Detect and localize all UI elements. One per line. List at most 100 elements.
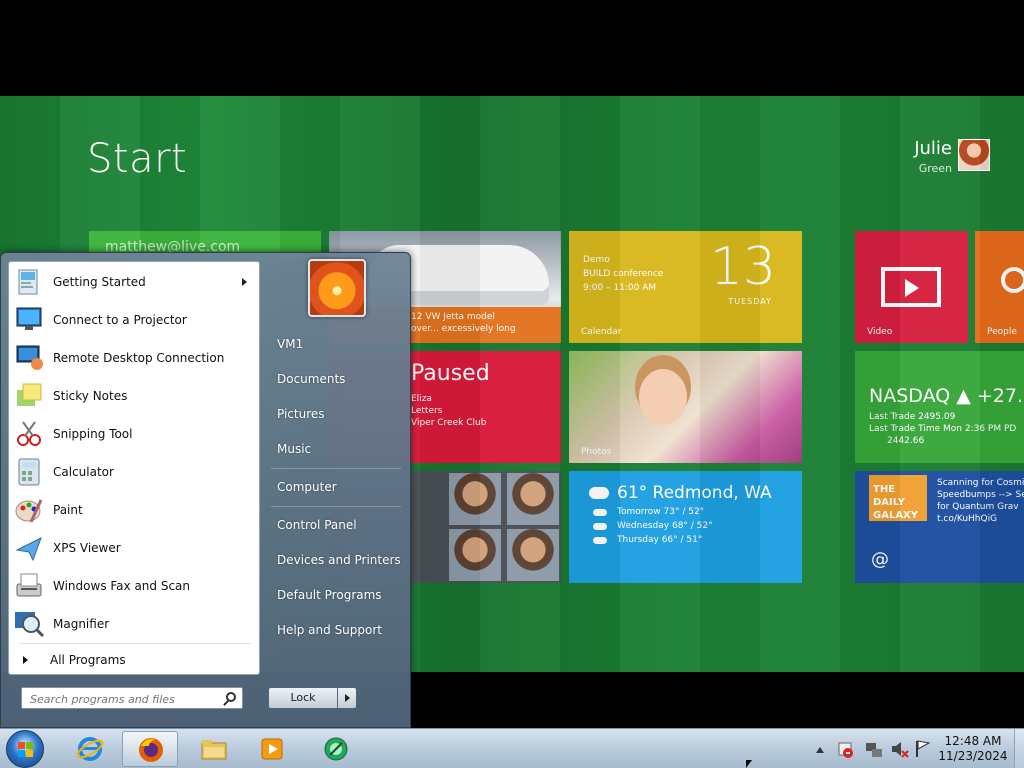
submenu-arrow-icon	[242, 278, 247, 286]
green-app-icon	[324, 737, 348, 761]
link-devices-printers[interactable]: Devices and Printers	[277, 553, 401, 567]
taskbar-media-player[interactable]	[244, 731, 300, 767]
program-snipping-tool[interactable]: Snipping Tool	[13, 416, 257, 452]
calendar-day-number: 13	[709, 237, 776, 297]
weather-tile: 61° Redmond, WA Tomorrow 73° / 52° Wedne…	[569, 471, 802, 583]
start-screen-title: Start	[87, 136, 188, 182]
video-play-icon	[881, 267, 941, 307]
program-paint[interactable]: Paint	[13, 492, 257, 528]
link-user-folder[interactable]: VM1	[277, 337, 303, 351]
people-tile: People	[975, 231, 1024, 343]
clock[interactable]: 12:48 AM 11/23/2024	[938, 734, 1008, 764]
snipping-tool-icon	[13, 418, 45, 450]
all-programs-button[interactable]: All Programs	[17, 650, 126, 670]
firefox-icon	[139, 738, 163, 762]
weather-forecast-3: Thursday 66° / 51°	[617, 535, 703, 545]
program-label: XPS Viewer	[53, 541, 121, 555]
show-desktop-button[interactable]	[1014, 729, 1024, 768]
lock-button[interactable]: Lock	[268, 687, 338, 709]
social-post-line4: t.co/KuHhQiG	[937, 514, 998, 524]
link-pictures[interactable]: Pictures	[277, 407, 325, 421]
program-magnifier[interactable]: Magnifier	[13, 606, 257, 642]
start-menu: Getting Started Connect to a Projector R…	[0, 252, 411, 728]
link-documents[interactable]: Documents	[277, 372, 345, 386]
xps-viewer-icon	[13, 532, 45, 564]
weather-current: 61° Redmond, WA	[617, 483, 772, 503]
taskbar-file-explorer[interactable]	[186, 731, 242, 767]
nasdaq-details-line1: Last Trade 2495.09	[869, 412, 956, 422]
taskbar-internet-explorer[interactable]	[62, 731, 118, 767]
show-hidden-icons-button[interactable]	[814, 729, 826, 768]
photos-tile: Photos	[569, 351, 802, 463]
search-icon[interactable]	[226, 692, 236, 702]
link-control-panel[interactable]: Control Panel	[277, 518, 357, 532]
mouse-cursor-icon	[746, 760, 752, 768]
program-label: Sticky Notes	[53, 389, 128, 403]
social-tile: THE DAILY GALAXY Scanning for Cosmic Spe…	[855, 471, 1024, 583]
tray-security-icon[interactable]	[836, 729, 854, 768]
weather-cloud-icon	[589, 487, 609, 499]
photos-tile-label: Photos	[581, 447, 612, 457]
program-label: Windows Fax and Scan	[53, 579, 191, 593]
right-pane-divider	[271, 468, 401, 469]
social-post: Scanning for Cosmic Speedbumps --> Searc…	[937, 477, 1024, 525]
program-label: Getting Started	[53, 275, 146, 289]
programs-divider	[19, 643, 251, 644]
calendar-weekday: TUESDAY	[728, 297, 772, 306]
weather-forecast-icon	[593, 537, 607, 544]
tray-action-center-icon[interactable]	[914, 729, 932, 768]
person-photo	[449, 473, 501, 525]
program-fax-scan[interactable]: Windows Fax and Scan	[13, 568, 257, 604]
calendar-tile-label: Calendar	[581, 327, 622, 337]
program-remote-desktop[interactable]: Remote Desktop Connection	[13, 340, 257, 376]
user-subtitle: Green	[918, 162, 952, 175]
tray-network-icon[interactable]	[864, 729, 884, 768]
taskbar-green-app[interactable]	[308, 731, 364, 767]
search-box[interactable]	[21, 687, 243, 710]
program-label: Snipping Tool	[53, 427, 133, 441]
user-picture[interactable]	[308, 259, 366, 317]
photo-girl-image	[639, 369, 687, 425]
link-music[interactable]: Music	[277, 442, 311, 456]
music-info: Eliza Letters Viper Creek Club	[411, 393, 486, 429]
expand-arrow-icon	[23, 656, 28, 664]
tray-volume-icon[interactable]	[890, 729, 910, 768]
remote-desktop-icon	[13, 342, 45, 374]
taskbar-firefox[interactable]	[122, 731, 178, 767]
program-calculator[interactable]: Calculator	[13, 454, 257, 490]
video-tile: Video	[855, 231, 968, 343]
program-label: Remote Desktop Connection	[53, 351, 225, 365]
user-name: Julie	[914, 138, 952, 159]
chevron-up-icon	[816, 747, 824, 753]
calendar-event-line1: Demo	[583, 255, 610, 265]
start-button[interactable]	[6, 730, 44, 768]
calendar-event: Demo BUILD conference 9:00 – 11:00 AM	[583, 253, 663, 295]
link-help-support[interactable]: Help and Support	[277, 623, 382, 637]
calendar-event-line2: BUILD conference	[583, 269, 664, 279]
program-sticky-notes[interactable]: Sticky Notes	[13, 378, 257, 414]
program-label: Magnifier	[53, 617, 110, 631]
link-computer[interactable]: Computer	[277, 480, 337, 494]
windows-logo-icon	[18, 742, 34, 758]
program-getting-started[interactable]: Getting Started	[13, 264, 257, 300]
link-default-programs[interactable]: Default Programs	[277, 588, 382, 602]
music-info-line1: Eliza	[411, 394, 432, 404]
video-tile-label: Video	[867, 327, 893, 337]
network-icon	[866, 743, 882, 757]
program-xps-viewer[interactable]: XPS Viewer	[13, 530, 257, 566]
at-icon: @	[871, 549, 889, 570]
shutdown-options-button[interactable]	[337, 687, 357, 709]
nasdaq-details: Last Trade 2495.09 Last Trade Time Mon 2…	[869, 411, 1016, 447]
program-label: Paint	[53, 503, 83, 517]
program-label: Calculator	[53, 465, 114, 479]
person-photo	[507, 473, 559, 525]
daily-galaxy-logo: THE DAILY GALAXY	[869, 475, 927, 521]
all-programs-label: All Programs	[50, 653, 126, 667]
social-post-line3: for Quantum Grav	[937, 502, 1019, 512]
search-input[interactable]	[22, 689, 212, 710]
weather-forecast-icon	[593, 509, 607, 516]
sticky-notes-icon	[13, 380, 45, 412]
person-photo	[507, 529, 559, 581]
right-pane-divider	[271, 506, 401, 507]
program-connect-projector[interactable]: Connect to a Projector	[13, 302, 257, 338]
